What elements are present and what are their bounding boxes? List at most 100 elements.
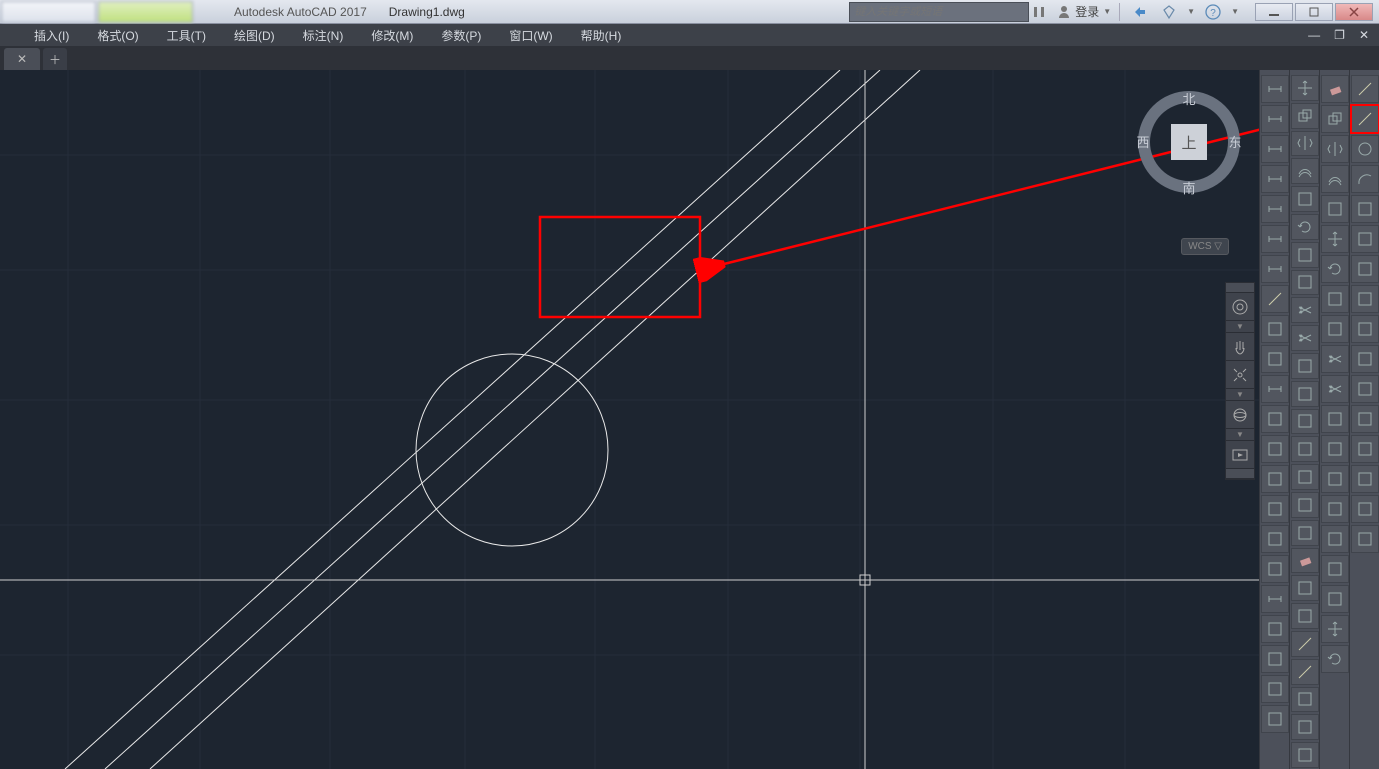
mirror-tool[interactable] [1291, 131, 1319, 157]
arc-dim-tool[interactable] [1261, 135, 1289, 163]
move-tool[interactable] [1321, 225, 1349, 253]
jog-tool[interactable] [1261, 495, 1289, 523]
showmotion-icon[interactable] [1226, 441, 1254, 469]
steering-wheel-icon[interactable] [1226, 293, 1254, 321]
align-tool[interactable] [1291, 742, 1319, 768]
file-tab-close[interactable]: ✕ [4, 48, 40, 70]
menu-insert[interactable]: 插入(I) [20, 25, 83, 46]
region-tool[interactable] [1351, 405, 1379, 433]
align-dim-tool[interactable] [1261, 105, 1289, 133]
copy-tool[interactable] [1321, 105, 1349, 133]
text-align-tool[interactable] [1261, 555, 1289, 583]
line-tool[interactable] [1351, 75, 1379, 103]
zoom-dropdown[interactable]: ▼ [1226, 389, 1254, 401]
move-tool[interactable] [1291, 75, 1319, 101]
nav-grip[interactable] [1226, 283, 1254, 293]
edit-hatch-tool[interactable] [1291, 687, 1319, 713]
stretch-tool[interactable] [1291, 270, 1319, 296]
menu-help[interactable]: 帮助(H) [567, 25, 636, 46]
menu-modify[interactable]: 修改(M) [357, 25, 427, 46]
break-pt-tool[interactable] [1291, 353, 1319, 379]
file-tab-new[interactable]: ＋ [43, 48, 67, 70]
offset-tool[interactable] [1351, 105, 1379, 133]
drawing-canvas[interactable]: 北 南 东 西 上 WCS ▽ ▼ ▼ ▼ [0, 70, 1259, 769]
view-cube[interactable]: 北 南 东 西 上 [1134, 80, 1244, 220]
lengthen-tool[interactable] [1291, 603, 1319, 629]
blend-tool[interactable] [1291, 492, 1319, 518]
trim-tool[interactable] [1291, 297, 1319, 323]
minimize-button[interactable] [1255, 3, 1293, 21]
angle-dim-tool[interactable] [1261, 225, 1289, 253]
continue-tool[interactable] [1261, 315, 1289, 343]
infocenter-icon[interactable] [1029, 2, 1049, 22]
inspect-tool[interactable] [1261, 465, 1289, 493]
3d-align-tool[interactable] [1321, 585, 1349, 613]
scale-tool[interactable] [1291, 242, 1319, 268]
mirror-tool[interactable] [1321, 135, 1349, 163]
chamfer-tool[interactable] [1291, 436, 1319, 462]
3d-move-tool[interactable] [1321, 615, 1349, 643]
orbit-dropdown[interactable]: ▼ [1226, 429, 1254, 441]
reassoc-tool[interactable] [1261, 675, 1289, 703]
nav-grip-bottom[interactable] [1226, 469, 1254, 479]
extend-tool[interactable] [1321, 375, 1349, 403]
helix-tool[interactable] [1351, 465, 1379, 493]
scale-tool[interactable] [1321, 285, 1349, 313]
stretch-tool[interactable] [1321, 315, 1349, 343]
linear-dim-tool[interactable] [1261, 75, 1289, 103]
break-dim-tool[interactable] [1261, 375, 1289, 403]
point-tool[interactable] [1351, 375, 1379, 403]
oblique-tool[interactable] [1261, 525, 1289, 553]
spacing-tool[interactable] [1261, 345, 1289, 373]
exchange-icon[interactable] [1131, 2, 1151, 22]
diameter-dim-tool[interactable] [1261, 195, 1289, 223]
extend-tool[interactable] [1291, 325, 1319, 351]
menu-parametric[interactable]: 参数(P) [427, 25, 495, 46]
zoom-extents-icon[interactable] [1226, 361, 1254, 389]
menu-tools[interactable]: 工具(T) [153, 25, 220, 46]
trim-tool[interactable] [1321, 345, 1349, 373]
dim-style-tool[interactable] [1261, 585, 1289, 613]
hatch-tool[interactable] [1351, 255, 1379, 283]
draw-order-tool[interactable] [1291, 575, 1319, 601]
blend2-tool[interactable] [1321, 555, 1349, 583]
join-tool[interactable] [1291, 409, 1319, 435]
break2-tool[interactable] [1321, 435, 1349, 463]
chamfer2-tool[interactable] [1321, 495, 1349, 523]
rotate-tool[interactable] [1291, 214, 1319, 240]
baseline-tool[interactable] [1261, 285, 1289, 313]
doc-minimize-icon[interactable]: — [1304, 28, 1324, 42]
table-tool[interactable] [1261, 705, 1289, 733]
search-input[interactable] [849, 2, 1029, 22]
quick-dim-tool[interactable] [1261, 255, 1289, 283]
close-button[interactable] [1335, 3, 1373, 21]
override-tool[interactable] [1261, 615, 1289, 643]
tolerance-tool[interactable] [1261, 405, 1289, 433]
autodesk-app-icon[interactable] [1159, 2, 1179, 22]
taskbar-app-2[interactable] [98, 1, 193, 23]
wheel-dropdown[interactable]: ▼ [1226, 321, 1254, 333]
donut-tool[interactable] [1351, 495, 1379, 523]
ellipse-tool[interactable] [1351, 225, 1379, 253]
3d-rotate-tool[interactable] [1321, 645, 1349, 673]
break-at-tool[interactable] [1321, 405, 1349, 433]
offset-tool[interactable] [1321, 165, 1349, 193]
doc-close-icon[interactable]: ✕ [1355, 28, 1373, 42]
help-icon[interactable]: ? [1203, 2, 1223, 22]
explode-tool[interactable] [1291, 520, 1319, 546]
orbit-icon[interactable] [1226, 401, 1254, 429]
array-tool[interactable] [1291, 186, 1319, 212]
join-tool[interactable] [1321, 465, 1349, 493]
fillet-tool[interactable] [1291, 464, 1319, 490]
array-rect-tool[interactable] [1321, 195, 1349, 223]
mtext-tool[interactable] [1351, 315, 1379, 343]
menu-draw[interactable]: 绘图(D) [220, 25, 289, 46]
edit-pline-tool[interactable] [1291, 631, 1319, 657]
erase-tool[interactable] [1321, 75, 1349, 103]
circle-tool[interactable] [1351, 135, 1379, 163]
revision-tool[interactable] [1351, 525, 1379, 553]
wcs-badge[interactable]: WCS ▽ [1181, 238, 1229, 255]
edit-spline-tool[interactable] [1291, 659, 1319, 685]
erase-tool[interactable] [1291, 548, 1319, 574]
radius-dim-tool[interactable] [1261, 165, 1289, 193]
